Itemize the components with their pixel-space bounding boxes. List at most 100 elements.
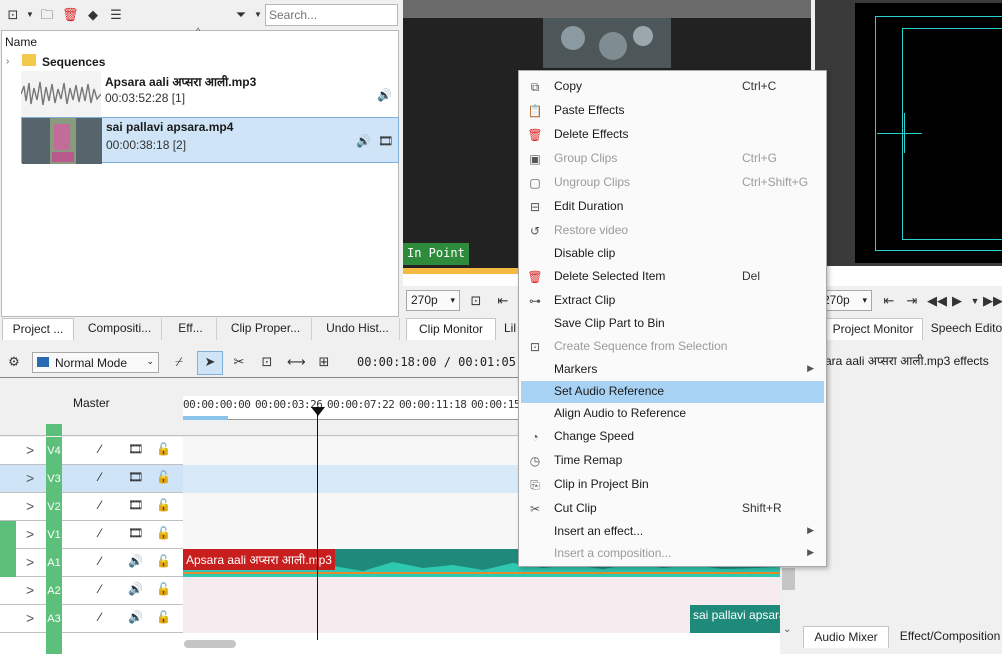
menu-item-cut-clip[interactable]: ✂ Cut Clip Shift+R [521,498,824,520]
tab-speech-editor[interactable]: Speech Edito [927,318,1002,340]
master-label[interactable]: Master [73,396,110,410]
tab-library[interactable]: Lil [500,318,520,340]
lock-icon[interactable]: 🔓 [156,610,171,624]
list-item[interactable]: Apsara aali अप्सरा आली.mp3 00:03:52:28 [… [20,71,399,117]
chevron-right-icon[interactable]: > [26,526,34,542]
trash-icon[interactable]: 🗑 [62,7,79,23]
menu-item-edit-duration[interactable]: ⊟ Edit Duration [521,196,824,218]
menu-item-time-remap[interactable]: ◷ Time Remap [521,450,824,472]
forward-icon[interactable]: ▶▶ [983,293,1002,309]
menu-item-set-audio-reference[interactable]: Set Audio Reference [521,381,824,403]
column-header-name[interactable]: Name [5,35,37,49]
chevron-right-icon[interactable]: > [26,442,34,458]
lock-icon[interactable]: 🔓 [156,582,171,596]
chevron-right-icon[interactable]: > [26,554,34,570]
lock-icon[interactable]: 🔓 [156,554,171,568]
edit-mode-select[interactable]: Normal Mode ⌄ [32,352,159,373]
timeline-ruler[interactable]: 00:00:00:00 00:00:03:26 00:00:07:22 00:0… [183,396,527,420]
track-lane[interactable] [183,437,518,465]
menu-item-copy[interactable]: ⧉ Copy Ctrl+C [521,76,824,98]
menu-item-paste-effects[interactable]: 📋 Paste Effects [521,100,824,122]
effects-wand-icon[interactable]: ⁄ [99,610,101,624]
chevron-right-icon[interactable]: › [6,56,9,67]
speaker-icon[interactable]: 🔊 [128,554,143,568]
effects-wand-icon[interactable]: ⁄ [99,554,101,568]
chevron-down-icon[interactable]: ▼ [250,7,266,23]
playhead-handle[interactable] [311,407,325,416]
target-marker[interactable] [0,521,16,549]
track-lane[interactable] [183,465,518,493]
project-monitor-ruler[interactable] [815,266,1002,286]
film-icon[interactable]: 🎞 [128,470,143,484]
tab-compositions[interactable]: Compositi... [78,318,162,340]
set-in-icon[interactable]: ⇤ [495,293,511,309]
film-icon[interactable]: 🎞 [128,498,143,512]
tab-audio-mixer[interactable]: Audio Mixer [803,626,889,648]
list-item[interactable]: sai pallavi apsara.mp4 00:00:38:18 [2] 🔊… [21,117,399,164]
tab-undo-history[interactable]: Undo Hist... [316,318,400,340]
chevron-right-icon[interactable]: > [26,610,34,626]
add-clip-icon[interactable]: ⊡ [5,7,21,23]
vertical-scrollbar[interactable] [782,568,795,590]
track-lane[interactable] [183,577,780,605]
chevron-down-icon[interactable]: ▼ [22,7,38,23]
chevron-down-icon[interactable]: ⌄ [783,624,791,635]
playhead[interactable] [317,408,318,640]
film-icon[interactable]: 🎞 [128,442,143,456]
lock-icon[interactable]: 🔓 [156,526,171,540]
menu-item-align-audio-to-reference[interactable]: Align Audio to Reference [521,403,824,425]
track-lane[interactable] [183,521,518,549]
tab-clip-monitor[interactable]: Clip Monitor [406,318,496,340]
effects-wand-icon[interactable]: ⁄ [99,582,101,596]
search-input[interactable] [265,4,398,26]
chevron-down-icon[interactable]: ▼ [967,293,983,309]
chevron-right-icon[interactable]: > [26,470,34,486]
speaker-icon[interactable]: 🔊 [128,610,143,624]
menu-item-delete-selected-item[interactable]: 🗑 Delete Selected Item Del [521,266,824,288]
target-marker[interactable] [0,549,16,577]
track-a2[interactable]: > A2 ⁄ 🔊 🔓 [0,577,780,605]
effects-wand-icon[interactable]: ⁄ [99,526,101,540]
menu-item-disable-clip[interactable]: Disable clip [521,243,824,265]
effects-wand-icon[interactable]: ⁄ [99,470,101,484]
audio-clip[interactable]: sai pallavi apsara [690,605,780,633]
ripple-icon[interactable]: ⊡ [259,354,275,370]
slip-icon[interactable]: ⟷ [287,354,306,370]
effects-wand-icon[interactable]: ⁄ [99,442,101,456]
filter-icon[interactable]: ⏷ [233,7,249,23]
add-folder-icon[interactable]: 🗀 [39,7,55,23]
tab-project-monitor[interactable]: Project Monitor [823,318,923,340]
track-a3[interactable]: > A3 ⁄ 🔊 🔓 sai pallavi apsara [0,605,780,633]
play-icon[interactable]: ▶ [949,293,965,309]
menu-item-change-speed[interactable]: ◔ Change Speed [521,426,824,448]
track-lane[interactable] [183,493,518,521]
set-in-icon[interactable]: ⇤ [881,293,897,309]
horizontal-scrollbar[interactable] [184,640,236,648]
lock-icon[interactable]: 🔓 [156,498,171,512]
menu-item-save-clip-part-to-bin[interactable]: Save Clip Part to Bin [521,313,824,335]
zoom-fit-icon[interactable]: ⊡ [468,293,484,309]
razor-icon[interactable]: ✂ [231,354,247,370]
menu-item-delete-effects[interactable]: 🗑 Delete Effects [521,124,824,146]
menu-item-clip-in-project-bin[interactable]: ⎘ Clip in Project Bin [521,474,824,496]
menu-item-insert-an-effect[interactable]: Insert an effect... ▶ [521,521,824,543]
set-out-icon[interactable]: ⇥ [904,293,920,309]
tab-clip-properties[interactable]: Clip Proper... [220,318,312,340]
menu-item-markers[interactable]: Markers ▶ [521,359,824,381]
lock-icon[interactable]: 🔓 [156,470,171,484]
resolution-select[interactable]: 270p ▾ [406,290,460,311]
tab-project[interactable]: Project ... [2,318,74,340]
multicam-icon[interactable]: ⊞ [316,354,332,370]
lock-icon[interactable]: 🔓 [156,442,171,456]
menu-icon[interactable]: ☰ [108,7,124,23]
tab-effects[interactable]: Eff... [165,318,217,340]
chevron-right-icon[interactable]: > [26,498,34,514]
menu-item-extract-clip[interactable]: ⊶ Extract Clip [521,290,824,312]
settings-icon[interactable]: ⚙ [6,354,22,370]
tab-effect-composition[interactable]: Effect/Composition [893,626,1002,648]
effects-wand-icon[interactable]: ⁄ [99,498,101,512]
tag-icon[interactable]: ◆ [85,7,101,23]
chevron-right-icon[interactable]: > [26,582,34,598]
speaker-icon[interactable]: 🔊 [128,582,143,596]
film-icon[interactable]: 🎞 [128,526,143,540]
